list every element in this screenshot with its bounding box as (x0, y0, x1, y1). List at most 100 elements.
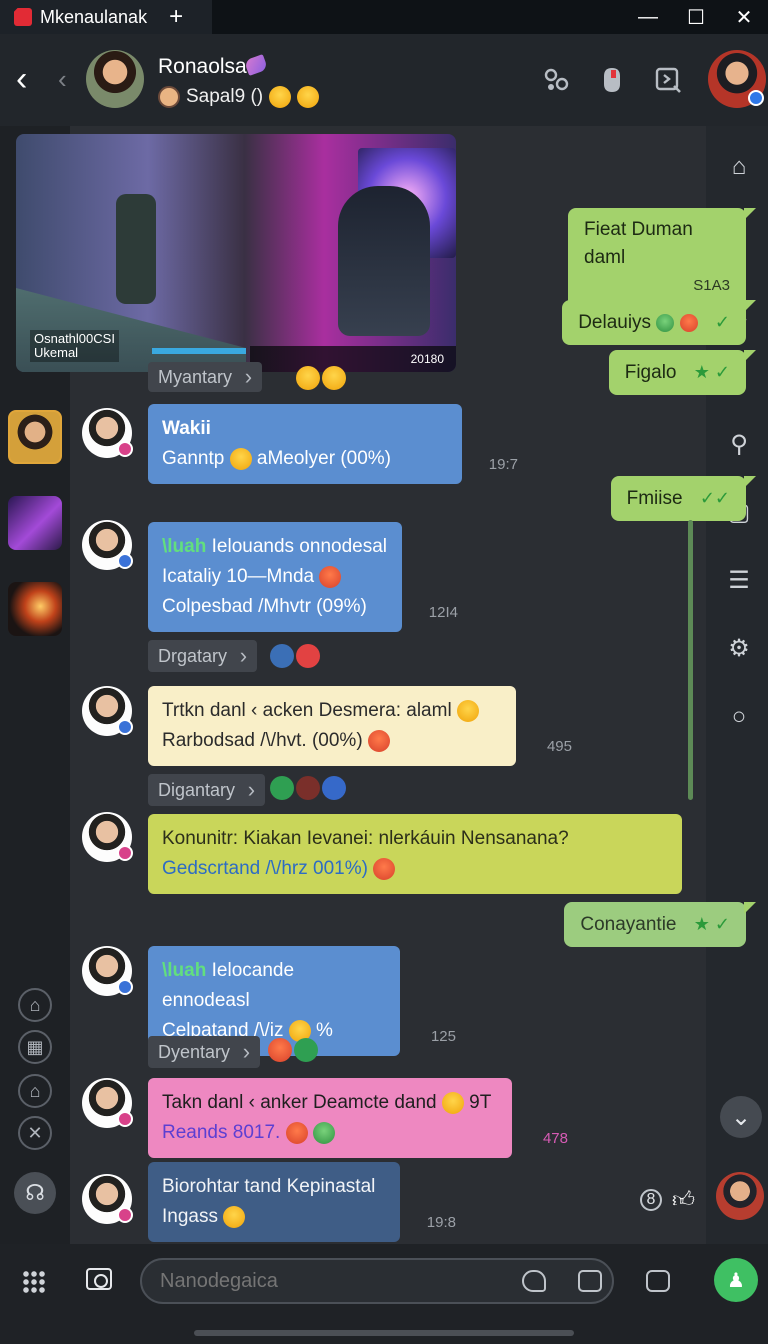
reaction-icon[interactable] (296, 776, 320, 800)
search-icon[interactable]: ⚲ (726, 432, 752, 458)
sender-avatar[interactable] (82, 686, 133, 736)
minimize-button[interactable]: — (628, 2, 668, 32)
camera-record-icon[interactable] (646, 1270, 670, 1292)
sticker-icon[interactable] (522, 1270, 546, 1292)
category-chip[interactable]: Drgatary (148, 640, 258, 672)
back-icon[interactable]: ‹ (16, 62, 27, 96)
emoji-icon (223, 1205, 246, 1228)
chevron-left-icon[interactable]: ‹ (58, 66, 67, 92)
apps-grid-icon[interactable] (22, 1270, 46, 1294)
group-icon[interactable] (542, 66, 570, 94)
message-text: Fieat Duman daml (584, 219, 693, 268)
incoming-message[interactable]: Wakii Ganntp aMeolyer (00%) 19:7 (148, 404, 518, 484)
message-text: Rarbodsad /\/hvt. (00%) (162, 730, 363, 751)
close-icon[interactable]: ✕ (18, 1116, 52, 1150)
gear-icon[interactable]: ⚙ (726, 636, 752, 662)
reaction-emoji-icon[interactable] (322, 366, 346, 390)
sender-avatar[interactable] (82, 1078, 133, 1128)
home-icon[interactable]: ⌂ (726, 154, 752, 180)
outgoing-message[interactable]: Figalo ★ ✓ (608, 350, 757, 395)
category-chip[interactable]: Dyentary (148, 1036, 261, 1068)
reaction-icon[interactable] (296, 644, 320, 668)
reaction-icon[interactable] (294, 1038, 318, 1062)
chat-thumbnail[interactable] (8, 582, 62, 636)
attach-icon[interactable] (578, 1270, 602, 1292)
sender-avatar[interactable] (82, 408, 133, 458)
list-icon[interactable]: ☰ (726, 568, 752, 594)
emoji-icon (367, 729, 390, 752)
incoming-message[interactable]: Takn danl ‹ anker Deamcte dand 9T Reands… (148, 1078, 568, 1158)
outgoing-message[interactable]: Conayantie ★ ✓ (564, 902, 756, 947)
home-icon[interactable]: ⌂ (18, 988, 52, 1022)
media-caption-line2: Ukemal (34, 345, 79, 360)
incoming-message[interactable]: \luah Ielouands onnodesal Icataliy 10—Mn… (148, 522, 458, 632)
sender-avatar[interactable] (82, 1174, 133, 1224)
reaction-emoji-icon[interactable] (296, 366, 320, 390)
chat-thumbnail[interactable] (8, 410, 62, 464)
read-check-icon: ✓ (714, 312, 730, 332)
emoji-icon (373, 857, 396, 880)
chat-scrollbar[interactable] (688, 520, 693, 800)
circle-icon[interactable]: ○ (726, 704, 752, 730)
bag-icon[interactable]: ⌂ (18, 1074, 52, 1108)
status-dot-icon (117, 979, 133, 995)
category-chip[interactable]: Myantary (148, 362, 263, 392)
browser-tab[interactable]: Mkenaulanak + (0, 0, 212, 34)
profile-avatar[interactable] (708, 50, 766, 108)
sender-avatar[interactable] (82, 812, 133, 862)
message-text: 9T (469, 1092, 492, 1113)
message-text: Konunitr: Kiakan Ievanei: nlerkáuin Nens… (162, 828, 569, 849)
message-text: Gedscrtand /\/hrz 001%) (162, 858, 368, 879)
category-chip[interactable]: Digantary (148, 774, 266, 806)
emoji-icon (679, 313, 698, 332)
message-time: 478 (542, 1130, 568, 1147)
outgoing-message[interactable]: Delauiys ✓ (562, 300, 756, 345)
user-avatar[interactable] (716, 1172, 764, 1220)
status-dot-icon (117, 1207, 133, 1223)
outgoing-message[interactable]: Fmiise ✓✓ (610, 476, 757, 521)
search-chat-icon[interactable] (654, 66, 682, 94)
incoming-message[interactable]: Trtkn danl ‹ acken Desmera: alaml Rarbod… (148, 686, 572, 766)
voice-message-button[interactable]: ♟ (714, 1258, 758, 1302)
reaction-counter[interactable]: 8 👍︎ (640, 1186, 695, 1213)
status-text: Sapal9 () (186, 86, 264, 107)
chat-thumbnail[interactable] (8, 496, 62, 550)
sender-avatar[interactable] (82, 946, 133, 996)
maximize-button[interactable]: ☐ (676, 2, 716, 32)
message-line: \luah Ielouands onnodesal (162, 532, 388, 562)
headset-icon[interactable]: ☊ (14, 1172, 56, 1214)
message-line: Trtkn danl ‹ acken Desmera: alaml (162, 696, 502, 726)
message-text: Delauiys (578, 312, 652, 333)
reaction-icon[interactable] (270, 644, 294, 668)
close-window-button[interactable]: ✕ (724, 2, 764, 32)
contact-avatar[interactable] (86, 50, 144, 108)
status-dot-icon (117, 845, 133, 861)
sender-avatar[interactable] (82, 520, 133, 570)
scroll-down-button[interactable]: ⌄ (720, 1096, 762, 1138)
message-line: Konunitr: Kiakan Ievanei: nlerkáuin Nens… (162, 824, 668, 854)
reactions (270, 644, 320, 668)
message-text: % (316, 1020, 333, 1041)
message-line: Icataliy 10—Mnda (162, 562, 388, 592)
outgoing-message[interactable]: Fieat Duman daml S1A3 (568, 208, 756, 308)
message-time: 19:7 (488, 456, 518, 473)
message-text: Ganntp (162, 448, 225, 469)
camera-icon[interactable] (86, 1268, 112, 1290)
message-text: Reands 8017. (162, 1122, 281, 1143)
reaction-emoji-icon[interactable] (268, 1038, 292, 1062)
reaction-icon[interactable] (322, 776, 346, 800)
incoming-message[interactable]: Biorohtar tand Kepinastal Ingass 19:8 (148, 1162, 456, 1242)
reaction-icon[interactable] (270, 776, 294, 800)
media-preview[interactable]: Osnathl00CSI Ukemal 20180 (16, 134, 456, 372)
image-hud (152, 348, 246, 354)
status-dot-icon (117, 719, 133, 735)
mouse-icon[interactable] (598, 66, 626, 94)
incoming-message[interactable]: Konunitr: Kiakan Ievanei: nlerkáuin Nens… (148, 814, 682, 894)
chat-header: ‹ ‹ Ronaolsa Sapal9 () (0, 34, 768, 126)
read-check-icon: ★ ✓ (693, 914, 730, 934)
status-face-icon (158, 86, 180, 108)
new-tab-button[interactable]: + (169, 5, 183, 29)
message-text: Fmiise (626, 488, 683, 509)
status-dot-icon (117, 553, 133, 569)
grid-icon[interactable]: ▦ (18, 1030, 52, 1064)
